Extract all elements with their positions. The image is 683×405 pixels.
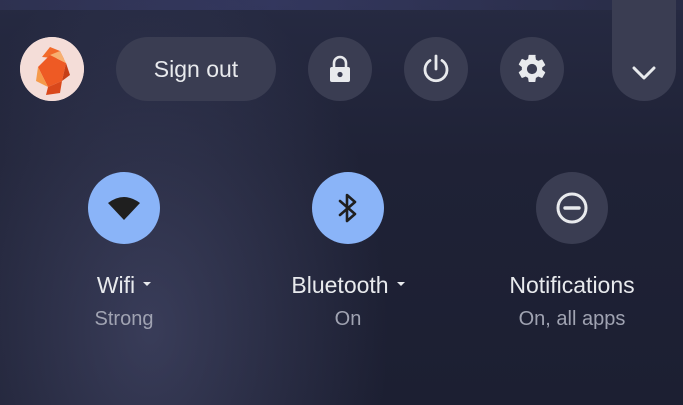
chevron-down-icon xyxy=(632,66,656,80)
settings-button[interactable] xyxy=(500,37,564,101)
wifi-icon xyxy=(108,197,140,220)
sign-out-label: Sign out xyxy=(153,55,239,82)
lock-button[interactable] xyxy=(308,37,372,101)
notifications-pod: Notifications On, all apps xyxy=(472,172,672,342)
quick-settings-panel: Sign out Wifi Strong Bluetooth On Notifi… xyxy=(0,0,683,405)
gear-icon xyxy=(518,54,546,83)
power-button[interactable] xyxy=(404,37,468,101)
notifications-status: On, all apps xyxy=(518,308,626,330)
sign-out-button[interactable]: Sign out xyxy=(116,37,276,101)
wifi-label: Wifi xyxy=(96,272,136,298)
notifications-label: Notifications xyxy=(509,272,635,298)
dropdown-caret-icon xyxy=(396,281,405,286)
user-avatar[interactable] xyxy=(20,37,84,101)
wifi-toggle[interactable] xyxy=(88,172,160,244)
fox-avatar-icon xyxy=(20,37,84,101)
bluetooth-label: Bluetooth xyxy=(291,272,389,298)
collapse-button[interactable] xyxy=(612,0,676,101)
do-not-disturb-icon xyxy=(556,192,588,224)
notifications-toggle[interactable] xyxy=(536,172,608,244)
wifi-pod: Wifi Strong xyxy=(24,172,224,342)
wifi-status: Strong xyxy=(94,308,154,330)
wallpaper-edge xyxy=(0,0,683,10)
notifications-label-button[interactable]: Notifications xyxy=(472,272,672,299)
bluetooth-status: On xyxy=(334,308,362,330)
bluetooth-toggle[interactable] xyxy=(312,172,384,244)
dropdown-caret-icon xyxy=(143,281,152,286)
bluetooth-pod: Bluetooth On xyxy=(248,172,448,342)
bluetooth-label-button[interactable]: Bluetooth xyxy=(248,272,448,299)
lock-icon xyxy=(330,55,350,82)
bluetooth-icon xyxy=(338,193,357,223)
power-icon xyxy=(423,54,449,83)
wifi-label-button[interactable]: Wifi xyxy=(24,272,224,299)
